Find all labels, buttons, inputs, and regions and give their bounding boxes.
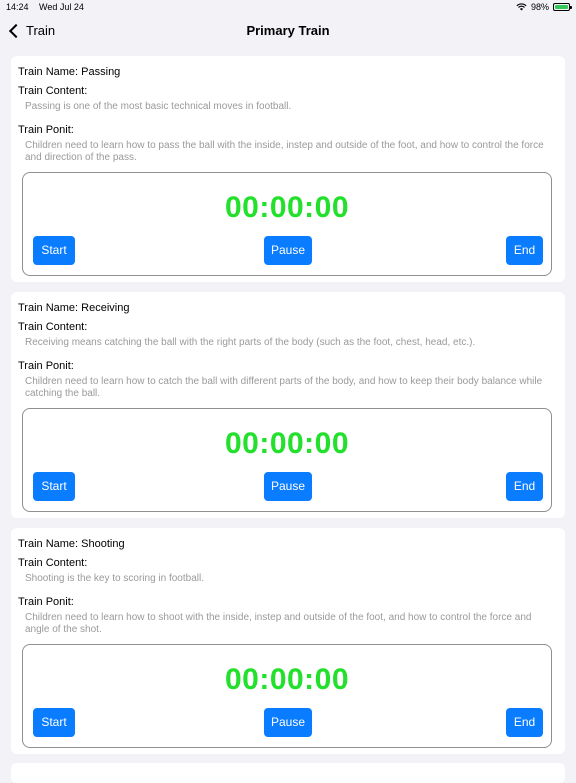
start-button[interactable]: Start [33, 472, 75, 501]
battery-level [555, 5, 568, 9]
train-content-text: Passing is one of the most basic technic… [25, 101, 292, 112]
end-button[interactable]: End [506, 472, 543, 501]
status-date: Wed Jul 24 [39, 2, 84, 12]
train-content-text: Shooting is the key to scoring in footba… [25, 573, 204, 584]
start-button[interactable]: Start [33, 236, 75, 265]
training-card-passing: Train Name: Passing Train Content: Passi… [11, 56, 565, 282]
start-button[interactable]: Start [33, 708, 75, 737]
status-bar: 14:24 Wed Jul 24 98% [0, 0, 576, 14]
training-card-shooting: Train Name: Shooting Train Content: Shoo… [11, 528, 565, 754]
train-content-label: Train Content: [18, 85, 88, 97]
battery-icon [553, 3, 572, 11]
timer-panel: 00:00:00 Start Pause End [22, 408, 552, 512]
navigation-bar: Train Primary Train [0, 14, 576, 48]
train-point-label: Train Ponit: [18, 596, 74, 608]
train-point-text: Children need to learn how to pass the b… [25, 140, 544, 163]
wifi-icon [516, 3, 527, 11]
timer-panel: 00:00:00 Start Pause End [22, 644, 552, 748]
pause-button[interactable]: Pause [264, 708, 312, 737]
training-card-receiving: Train Name: Receiving Train Content: Rec… [11, 292, 565, 518]
train-name: Train Name: Passing [18, 66, 121, 78]
train-point-label: Train Ponit: [18, 124, 74, 136]
pause-button[interactable]: Pause [264, 472, 312, 501]
train-name: Train Name: Receiving [18, 302, 130, 314]
status-time: 14:24 [6, 2, 29, 12]
train-content-label: Train Content: [18, 557, 88, 569]
train-point-text: Children need to learn how to shoot with… [25, 612, 532, 635]
train-point-text: Children need to learn how to catch the … [25, 376, 543, 399]
battery-percent: 98% [530, 2, 549, 12]
timer-display: 00:00:00 [224, 191, 350, 224]
train-content-label: Train Content: [18, 321, 88, 333]
pause-button[interactable]: Pause [264, 236, 312, 265]
timer-panel: 00:00:00 Start Pause End [22, 172, 552, 276]
end-button[interactable]: End [506, 708, 543, 737]
timer-display: 00:00:00 [224, 427, 350, 460]
train-name: Train Name: Shooting [18, 538, 125, 550]
page-title: Primary Train [246, 23, 330, 38]
timer-display: 00:00:00 [224, 663, 350, 696]
train-point-label: Train Ponit: [18, 360, 74, 372]
status-indicators: 98% [516, 0, 572, 14]
end-button[interactable]: End [506, 236, 543, 265]
training-card-next [11, 763, 565, 783]
status-time-date: 14:24 Wed Jul 24 [6, 0, 92, 14]
train-content-text: Receiving means catching the ball with t… [25, 337, 476, 348]
